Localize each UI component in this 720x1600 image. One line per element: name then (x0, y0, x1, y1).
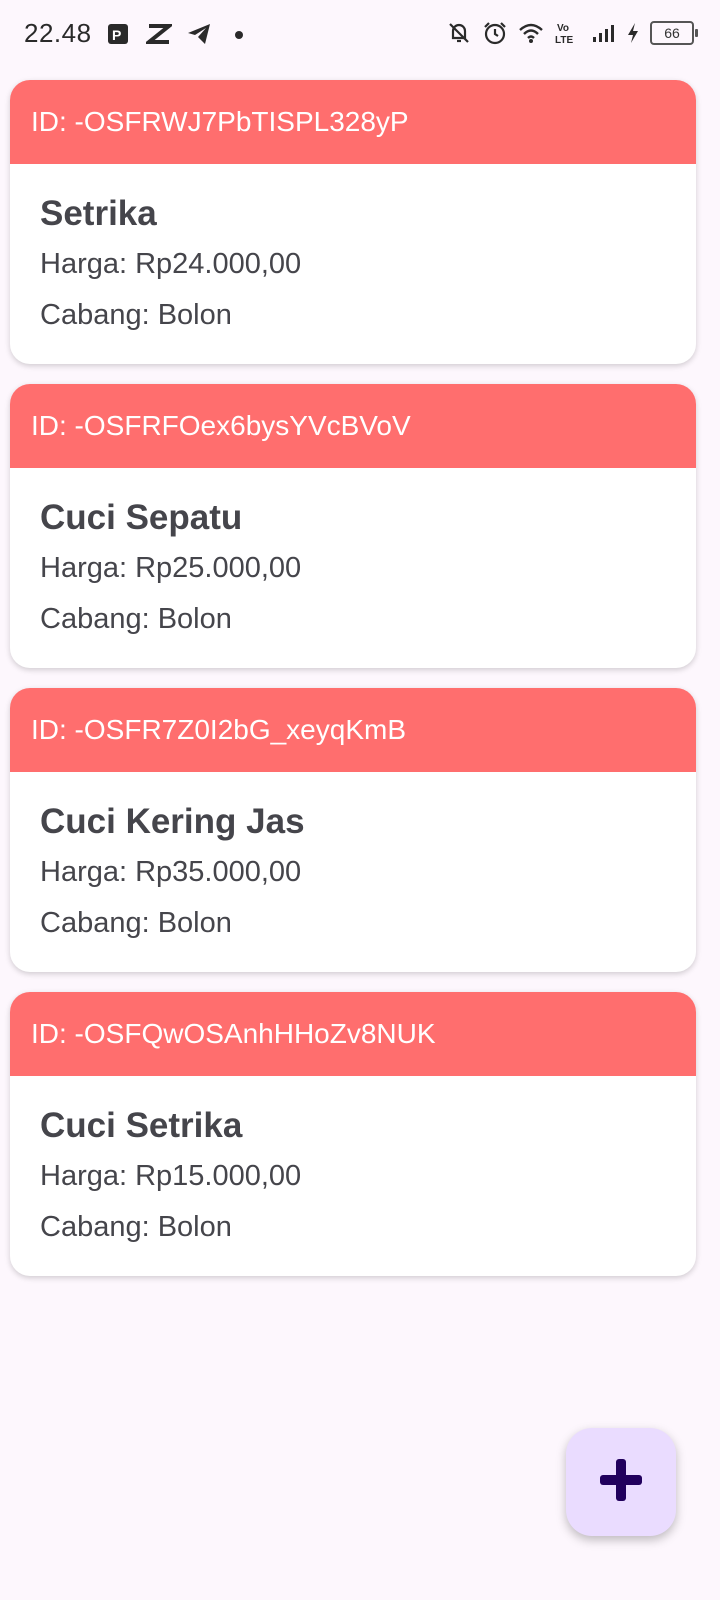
service-branch: Cabang: Bolon (40, 907, 232, 939)
service-card[interactable]: ID: -OSFQwOSAnhHHoZv8NUK Cuci Setrika Ha… (10, 992, 696, 1276)
service-price: Harga: Rp35.000,00 (40, 856, 302, 888)
service-list: ID: -OSFRWJ7PbTISPL328yP Setrika Harga: … (10, 80, 696, 1296)
service-id-header: ID: -OSFR7Z0I2bG_xeyqKmB (10, 688, 696, 772)
service-id-header: ID: -OSFRWJ7PbTISPL328yP (10, 80, 696, 164)
svg-text:Vo: Vo (557, 23, 569, 34)
service-card[interactable]: ID: -OSFR7Z0I2bG_xeyqKmB Cuci Kering Jas… (10, 688, 696, 972)
battery-icon: 66 (650, 21, 698, 45)
signal-icon (590, 20, 616, 46)
plus-icon (598, 1457, 644, 1508)
service-name: Cuci Setrika (40, 1106, 243, 1145)
service-name: Cuci Sepatu (40, 498, 243, 537)
svg-text:LTE: LTE (555, 35, 573, 46)
volte-icon: Vo LTE (554, 20, 580, 46)
service-price: Harga: Rp15.000,00 (40, 1160, 302, 1192)
service-price: Harga: Rp25.000,00 (40, 552, 302, 584)
telegram-icon (186, 21, 212, 47)
charging-icon (626, 20, 640, 46)
service-name: Cuci Kering Jas (40, 802, 305, 841)
service-card[interactable]: ID: -OSFRWJ7PbTISPL328yP Setrika Harga: … (10, 80, 696, 364)
bell-off-icon (446, 20, 472, 46)
status-time: 22.48 (24, 18, 92, 48)
svg-text:P: P (112, 27, 121, 43)
status-bar: 22.48 P Vo LTE 66 (0, 0, 720, 72)
service-branch: Cabang: Bolon (40, 1211, 232, 1243)
capcut-icon (142, 21, 175, 47)
wifi-icon (518, 20, 544, 46)
service-branch: Cabang: Bolon (40, 299, 232, 331)
service-id-header: ID: -OSFRFOex6bysYVcBVoV (10, 384, 696, 468)
service-name: Setrika (40, 194, 157, 233)
service-id-header: ID: -OSFQwOSAnhHHoZv8NUK (10, 992, 696, 1076)
add-service-button[interactable] (566, 1428, 676, 1536)
service-branch: Cabang: Bolon (40, 603, 232, 635)
notification-dot-icon (226, 21, 252, 47)
service-price: Harga: Rp24.000,00 (40, 248, 302, 280)
service-card[interactable]: ID: -OSFRFOex6bysYVcBVoV Cuci Sepatu Har… (10, 384, 696, 668)
alarm-icon (482, 20, 508, 46)
parking-app-icon: P (106, 21, 132, 47)
